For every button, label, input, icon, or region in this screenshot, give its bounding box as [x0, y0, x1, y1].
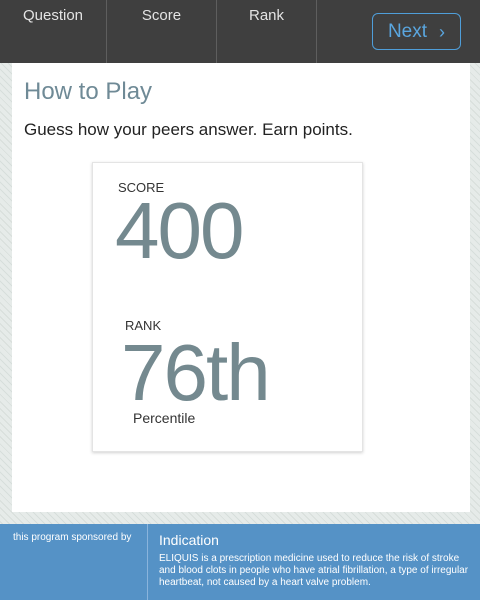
tab-score[interactable]: Score — [107, 0, 217, 63]
chevron-right-icon: › — [439, 21, 446, 42]
footer-divider — [147, 524, 148, 600]
sponsor-footer: this program sponsored by Indication ELI… — [0, 524, 480, 600]
stats-panel: SCORE 400 RANK 76th Percentile — [92, 162, 363, 452]
tab-rank-label: Rank — [248, 7, 285, 24]
tab-score-label: Score — [141, 7, 182, 24]
indication-title: Indication — [159, 532, 219, 548]
instructions-text: Guess how your peers answer. Earn points… — [24, 120, 353, 139]
next-button-label: Next — [387, 20, 428, 42]
score-value: 400 — [115, 186, 244, 275]
main-card: How to Play Guess how your peers answer.… — [12, 63, 470, 512]
top-nav-bar: Question Score Rank Next › — [0, 0, 480, 63]
sponsor-text: this program sponsored by — [13, 532, 132, 543]
page-title: How to Play — [24, 78, 153, 105]
tab-question-label: Question — [22, 7, 84, 24]
next-button[interactable]: Next › — [372, 13, 461, 50]
percentile-label: Percentile — [133, 410, 196, 426]
rank-value: 76th — [121, 328, 271, 417]
tab-rank[interactable]: Rank — [217, 0, 317, 63]
indication-text: ELIQUIS is a prescription medicine used … — [159, 553, 469, 588]
tab-question[interactable]: Question — [0, 0, 107, 63]
